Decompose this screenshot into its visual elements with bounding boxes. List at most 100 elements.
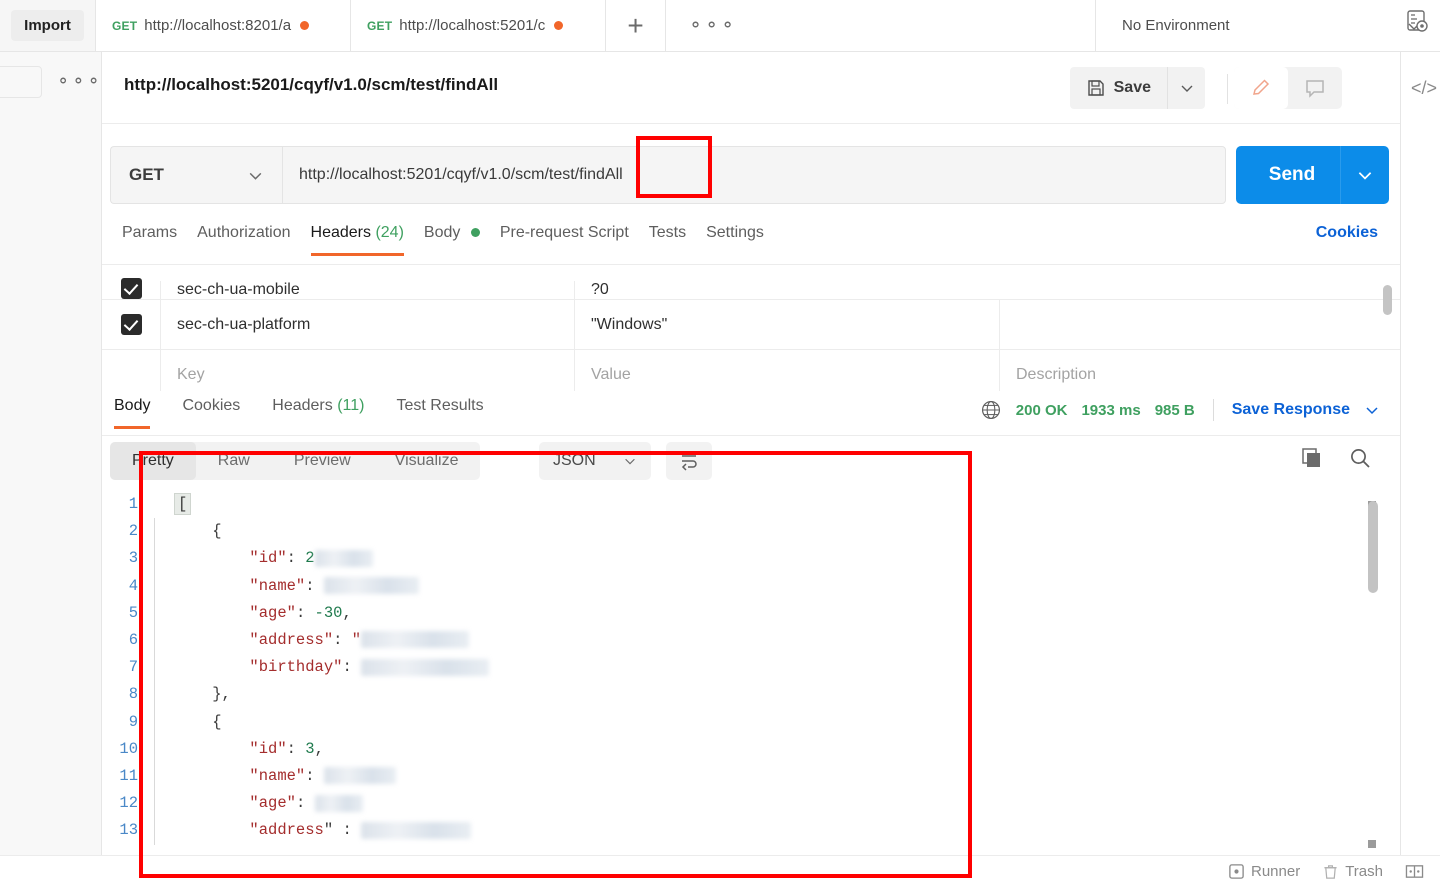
save-response-button[interactable]: Save Response <box>1232 401 1350 419</box>
tab-settings[interactable]: Settings <box>706 220 784 256</box>
code-line: 1[ <box>110 491 489 518</box>
response-body-viewer[interactable]: 1[2 {3 "id": 24 "name": 5 "age": -30, 6 "… <box>102 483 1400 855</box>
headers-scrollbar-thumb[interactable] <box>1383 285 1392 315</box>
fold-gutter <box>154 599 155 628</box>
trash-label: Trash <box>1345 863 1383 880</box>
import-button[interactable]: Import <box>11 10 84 41</box>
code-line: 6 "address": " <box>110 627 489 655</box>
fold-gutter <box>154 708 155 736</box>
code-token: "address" <box>249 631 334 650</box>
tab-body[interactable]: Body <box>424 220 500 256</box>
line-number: 13 <box>119 821 138 840</box>
word-wrap-button[interactable] <box>666 442 712 480</box>
sidebar-collapsed-item[interactable] <box>0 66 42 98</box>
plus-icon: + <box>627 9 644 41</box>
table-row[interactable]: sec-ch-ua-platform "Windows" <box>102 300 1400 350</box>
fold-gutter <box>154 790 155 818</box>
environment-selector[interactable]: No Environment <box>1096 0 1440 51</box>
layout-toggle-button[interactable] <box>1405 863 1424 880</box>
fold-gutter <box>154 763 155 791</box>
fold-gutter <box>154 735 155 764</box>
format-pretty[interactable]: Pretty <box>110 442 196 480</box>
code-token: -30 <box>314 603 343 622</box>
tab-method-label: GET <box>367 18 393 33</box>
redacted-value <box>323 767 396 785</box>
header-key: sec-ch-ua-platform <box>177 315 311 333</box>
tab-headers[interactable]: Headers (24) <box>310 220 424 256</box>
header-key: sec-ch-ua-mobile <box>177 281 300 298</box>
code-token: : <box>295 603 315 622</box>
code-text: "birthday": <box>175 654 490 681</box>
send-options-button[interactable] <box>1341 166 1389 184</box>
send-button[interactable]: Send <box>1236 164 1340 186</box>
language-dropdown[interactable]: JSON <box>539 442 651 480</box>
table-row-new[interactable]: Key Value Description <box>102 350 1400 391</box>
code-token: 2 <box>305 549 315 568</box>
code-token: "address <box>249 821 324 840</box>
request-tab-1[interactable]: GET http://localhost:8201/a <box>96 0 351 51</box>
code-token: , <box>342 603 352 622</box>
more-horizontal-icon: ⚬⚬⚬ <box>688 15 737 35</box>
response-tab-cookies[interactable]: Cookies <box>182 391 258 429</box>
runner-button[interactable]: Runner <box>1228 863 1300 880</box>
line-number: 7 <box>128 658 138 677</box>
code-token: "age" <box>249 603 296 622</box>
url-input[interactable]: http://localhost:5201/cqyf/v1.0/scm/test… <box>282 146 1226 204</box>
tab-title-label: http://localhost:5201/c <box>399 17 546 34</box>
cookies-link[interactable]: Cookies <box>1316 224 1378 242</box>
code-line: 11 "name": <box>110 763 489 791</box>
body-scrollbar[interactable] <box>1368 501 1378 841</box>
save-options-button[interactable] <box>1167 67 1205 109</box>
fold-gutter <box>154 491 155 518</box>
copy-button[interactable] <box>1300 446 1324 475</box>
fold-gutter <box>154 545 155 573</box>
tab-tests[interactable]: Tests <box>649 220 706 256</box>
comment-request-button[interactable] <box>1288 67 1342 109</box>
tab-label: Headers <box>310 224 371 241</box>
row-enabled-checkbox[interactable] <box>120 314 142 335</box>
sidebar-more-button[interactable]: ⚬⚬⚬ <box>56 72 102 92</box>
globe-icon[interactable] <box>980 399 1002 421</box>
format-preview[interactable]: Preview <box>272 442 373 480</box>
edit-request-button[interactable] <box>1234 67 1288 109</box>
trash-button[interactable]: Trash <box>1322 863 1383 880</box>
search-button[interactable] <box>1348 446 1372 475</box>
scroll-down-nub[interactable] <box>1368 840 1376 848</box>
code-snippet-icon[interactable]: </> <box>1411 78 1437 99</box>
tab-count: (24) <box>375 224 404 241</box>
request-tab-2[interactable]: GET http://localhost:5201/c <box>351 0 606 51</box>
response-tab-headers[interactable]: Headers (11) <box>272 391 382 429</box>
new-tab-button[interactable]: + <box>606 0 666 51</box>
code-token: : <box>333 631 352 650</box>
format-raw[interactable]: Raw <box>196 442 272 480</box>
row-enabled-checkbox[interactable] <box>120 278 142 299</box>
code-token: "name" <box>249 576 306 595</box>
body-scrollbar-thumb[interactable] <box>1368 501 1378 593</box>
tab-label: Cookies <box>182 397 241 414</box>
response-tab-test-results[interactable]: Test Results <box>396 391 501 429</box>
code-lines: 1[2 {3 "id": 24 "name": 5 "age": -30, 6 "… <box>110 491 490 845</box>
line-number: 9 <box>128 712 138 731</box>
runner-label: Runner <box>1251 863 1301 880</box>
tab-pre-request-script[interactable]: Pre-request Script <box>500 220 649 256</box>
code-text: { <box>175 518 221 545</box>
code-token: "id" <box>249 739 287 758</box>
chevron-down-icon[interactable] <box>1364 402 1380 418</box>
format-visualize[interactable]: Visualize <box>373 442 481 480</box>
chevron-down-icon <box>1358 172 1372 180</box>
tab-overflow-button[interactable]: ⚬⚬⚬ <box>666 0 1096 51</box>
tab-params[interactable]: Params <box>122 220 197 256</box>
response-tab-body[interactable]: Body <box>114 391 168 429</box>
code-token: "name" <box>249 767 306 786</box>
http-method-dropdown[interactable]: GET <box>110 146 282 204</box>
tab-method-label: GET <box>112 18 138 33</box>
response-tabs: Body Cookies Headers (11) Test Results 2… <box>102 391 1400 435</box>
response-status: 200 OK <box>1015 401 1068 419</box>
save-button[interactable]: Save <box>1069 67 1167 109</box>
environment-quick-look-button[interactable] <box>1404 8 1434 38</box>
tab-authorization[interactable]: Authorization <box>197 220 310 256</box>
line-number: 8 <box>128 685 138 704</box>
code-line: 5 "age": -30, <box>110 599 489 628</box>
tab-label: Body <box>114 397 151 414</box>
table-row[interactable]: sec-ch-ua-mobile ?0 <box>102 265 1400 300</box>
